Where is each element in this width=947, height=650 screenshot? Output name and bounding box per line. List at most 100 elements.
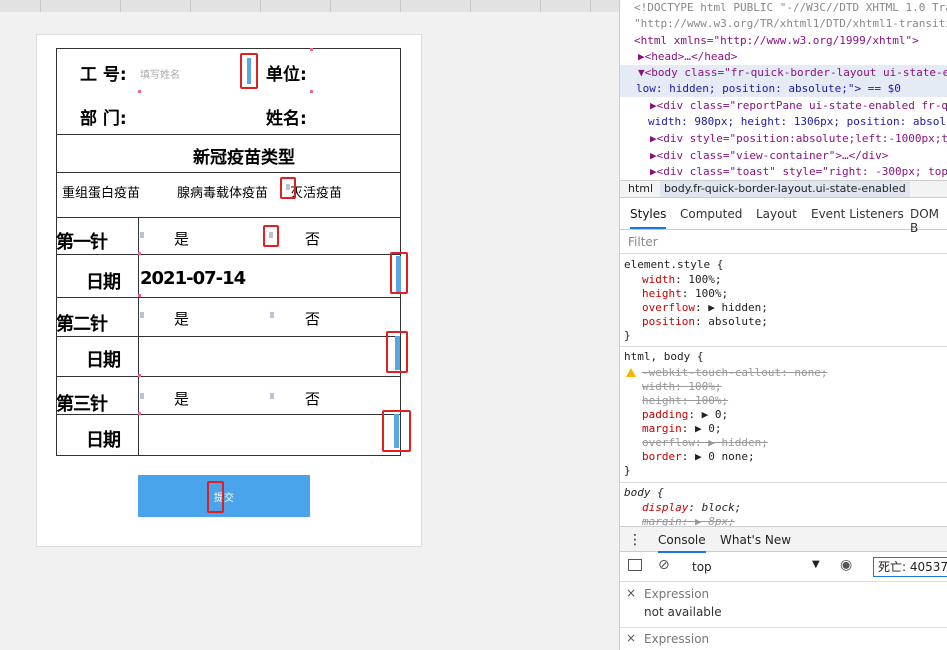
grid-line [56, 48, 401, 49]
styles-filter-input[interactable]: Filter [620, 230, 947, 254]
vaccine-type-title: 新冠疫苗类型 [193, 148, 295, 168]
live-expression: × Expression [620, 628, 947, 650]
console-filter-input[interactable]: 死亡: 405378 [873, 557, 947, 577]
css-prop[interactable]: height: 100%; [642, 287, 728, 301]
grid-line [56, 254, 401, 255]
grid-line [56, 297, 401, 298]
cell-marker [138, 412, 141, 415]
console-toolbar: ⊘ top ▼ ◉ 死亡: 405378 [620, 552, 947, 582]
css-prop[interactable]: border: ▶ 0 none; [642, 450, 755, 464]
dom-line[interactable]: <!DOCTYPE html PUBLIC "-//W3C//DTD XHTML… [634, 0, 947, 16]
tab-event-listeners[interactable]: Event Listeners [811, 207, 904, 221]
expression-label[interactable]: Expression [644, 587, 709, 601]
rule-separator [620, 482, 947, 483]
report-viewport: 工 号: 填写姓名 单位: 部 门: 姓名: 新冠疫苗类型 重组蛋白疫苗 腺病毒… [0, 0, 619, 650]
dom-line[interactable]: ▶<head>…</head> [638, 49, 737, 65]
scroll-handle[interactable] [395, 336, 400, 370]
dom-line[interactable]: ▶<div style="position:absolute;left:-100… [650, 131, 947, 147]
submit-button[interactable]: 提交 [138, 475, 310, 517]
dom-line[interactable]: ▶<div class="reportPane ui-state-enabled… [650, 98, 947, 114]
dose1-yes-label: 是 [174, 230, 190, 248]
dose2-no-radio[interactable] [270, 312, 274, 318]
breadcrumb: html body.fr-quick-border-layout.ui-stat… [620, 180, 947, 198]
css-prop[interactable]: overflow: ▶ hidden; [642, 301, 768, 315]
sidebar-toggle-icon[interactable] [628, 559, 642, 571]
cell-marker [310, 90, 313, 93]
css-prop[interactable]: overflow: ▶ hidden; [642, 436, 768, 450]
dom-line: low: hidden; position: absolute;"> == $0 [636, 82, 901, 95]
css-prop[interactable]: padding: ▶ 0; [642, 408, 728, 422]
dose1-date-label: 日期 [86, 272, 121, 293]
dose1-label: 第一针 [56, 232, 108, 253]
tab-computed[interactable]: Computed [680, 207, 742, 221]
expression-value: not available [644, 605, 722, 619]
css-prop[interactable]: margin: ▶ 0; [642, 422, 722, 436]
eye-icon[interactable]: ◉ [840, 557, 852, 573]
drawer-menu-icon[interactable]: ⋮ [628, 532, 642, 548]
dose2-yes-label: 是 [174, 310, 190, 328]
breadcrumb-html[interactable]: html [628, 181, 653, 197]
css-prop[interactable]: width: 100%; [642, 380, 722, 394]
css-prop[interactable]: display: block; [642, 501, 741, 515]
close-icon[interactable]: × [626, 586, 636, 600]
dose2-label: 第二针 [56, 314, 108, 335]
top-ruler [0, 0, 619, 12]
dom-line[interactable]: "http://www.w3.org/TR/xhtml1/DTD/xhtml1-… [634, 16, 947, 32]
css-prop[interactable]: width: 100%; [642, 273, 722, 287]
tab-whats-new[interactable]: What's New [720, 533, 791, 547]
dose1-no-radio[interactable] [269, 232, 273, 238]
scroll-handle[interactable] [396, 256, 401, 292]
dose3-yes-radio[interactable] [140, 393, 144, 399]
tab-console[interactable]: Console [658, 533, 706, 553]
vaccine-option-adenovirus[interactable]: 腺病毒载体疫苗 [177, 182, 268, 201]
live-expression: × Expression not available [620, 582, 947, 628]
dose1-date-input[interactable]: 2021-07-14 [140, 268, 246, 289]
scroll-handle[interactable] [394, 414, 399, 448]
grid-line [56, 414, 401, 415]
tab-layout[interactable]: Layout [756, 207, 797, 221]
css-prop[interactable]: height: 100%; [642, 394, 728, 408]
dose3-label: 第三针 [56, 394, 108, 415]
dose2-no-label: 否 [305, 310, 321, 328]
unit-label: 单位: [266, 65, 307, 85]
expression-label[interactable]: Expression [644, 632, 709, 646]
vaccine-option-inactivated[interactable]: 灭活疫苗 [290, 182, 342, 201]
dose2-yes-radio[interactable] [140, 312, 144, 318]
clear-console-icon[interactable]: ⊘ [658, 557, 670, 573]
scroll-handle[interactable] [247, 58, 251, 84]
dose1-yes-radio[interactable] [140, 232, 144, 238]
dose3-no-radio[interactable] [270, 393, 274, 399]
grid-line [56, 376, 401, 377]
grid-line [56, 134, 401, 135]
styles-tabbar: Styles Computed Layout Event Listeners D… [620, 198, 947, 235]
rule-selector: element.style { [624, 258, 724, 271]
employee-id-label: 工 号: [80, 65, 127, 85]
dose3-no-label: 否 [305, 390, 321, 408]
css-prop[interactable]: position: absolute; [642, 315, 768, 329]
cell-marker [138, 90, 141, 93]
employee-id-input[interactable]: 填写姓名 [140, 66, 180, 81]
grid-line [56, 217, 401, 218]
dom-line[interactable]: ▶<div class="view-container">…</div> [650, 148, 888, 164]
dose3-yes-label: 是 [174, 390, 190, 408]
dose1-no-label: 否 [305, 230, 321, 248]
cell-marker [138, 374, 141, 377]
cell-marker [310, 48, 313, 51]
vaccine-option-protein[interactable]: 重组蛋白疫苗 [62, 182, 140, 201]
warning-icon [626, 368, 636, 377]
dom-line-selected[interactable]: low: hidden; position: absolute;"> == $0 [620, 81, 947, 97]
dom-line-selected[interactable]: ▼<body class="fr-quick-border-layout ui-… [620, 65, 947, 81]
devtools-panel: <!DOCTYPE html PUBLIC "-//W3C//DTD XHTML… [619, 0, 947, 650]
chevron-down-icon[interactable]: ▼ [812, 559, 820, 570]
radio-indicator[interactable] [286, 184, 290, 190]
dom-tree: <!DOCTYPE html PUBLIC "-//W3C//DTD XHTML… [620, 0, 947, 180]
dom-line[interactable]: width: 980px; height: 1306px; position: … [648, 114, 947, 130]
cell-marker [138, 252, 141, 255]
close-icon[interactable]: × [626, 631, 636, 645]
tab-styles[interactable]: Styles [630, 207, 667, 229]
css-prop[interactable]: -webkit-touch-callout: none; [642, 366, 827, 380]
context-selector[interactable]: top [692, 560, 712, 574]
dom-line[interactable]: <html xmlns="http://www.w3.org/1999/xhtm… [634, 33, 919, 49]
dom-line[interactable]: ▶<div class="toast" style="right: -300px… [650, 164, 947, 180]
breadcrumb-body[interactable]: body.fr-quick-border-layout.ui-state-ena… [660, 181, 910, 197]
